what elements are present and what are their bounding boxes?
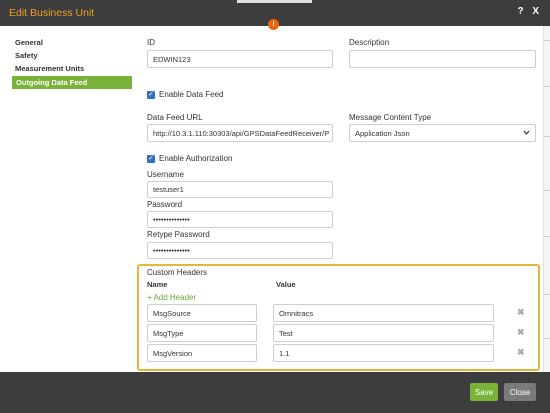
retype-password-input[interactable]: •••••••••••••• <box>147 242 333 259</box>
header-name-input[interactable]: MsgSource <box>147 304 257 322</box>
description-input[interactable] <box>349 50 536 68</box>
custom-headers-label: Custom Headers <box>147 268 208 277</box>
strip-mark <box>544 86 550 87</box>
top-notch <box>237 0 312 3</box>
username-label: Username <box>147 170 184 179</box>
dialog-title: Edit Business Unit <box>9 7 95 19</box>
header-name-input[interactable]: MsgVersion <box>147 344 257 362</box>
message-content-type-label: Message Content Type <box>349 113 432 122</box>
strip-mark <box>544 40 550 41</box>
description-label: Description <box>349 38 390 47</box>
sidebar-item-general[interactable]: General <box>12 36 132 49</box>
chevron-down-icon <box>523 130 530 135</box>
message-content-type-value: Application Json <box>355 128 410 138</box>
checkbox-checked-icon: ✓ <box>147 90 155 99</box>
strip-mark <box>544 294 550 295</box>
enable-data-feed-label: Enable Data Feed <box>159 90 224 99</box>
strip-mark <box>544 338 550 339</box>
username-input[interactable]: testuser1 <box>147 181 333 198</box>
retype-password-label: Retype Password <box>147 230 210 239</box>
header-value-input[interactable]: Test <box>273 324 494 342</box>
remove-header-icon[interactable]: ✖ <box>517 347 525 358</box>
save-button[interactable]: Save <box>470 383 498 401</box>
help-icon[interactable]: ? <box>517 6 526 17</box>
id-input[interactable]: EDWIN123 <box>147 50 333 68</box>
header-value-input[interactable]: Omnitracs <box>273 304 494 322</box>
strip-mark <box>544 190 550 191</box>
sidebar-item-outgoing-data-feed[interactable]: Outgoing Data Feed <box>12 76 132 89</box>
sidebar-item-safety[interactable]: Safety <box>12 49 132 62</box>
remove-header-icon[interactable]: ✖ <box>517 307 525 318</box>
header-name-column: Name <box>147 280 168 289</box>
data-feed-url-label: Data Feed URL <box>147 113 203 122</box>
header-name-input[interactable]: MsgType <box>147 324 257 342</box>
header-value-input[interactable]: 1.1 <box>273 344 494 362</box>
password-label: Password <box>147 200 183 209</box>
add-header-link[interactable]: + Add Header <box>147 293 196 302</box>
title-controls: ? X <box>517 6 542 17</box>
close-icon[interactable]: X <box>532 6 542 17</box>
close-button[interactable]: Close <box>504 383 536 401</box>
message-content-type-select[interactable]: Application Json <box>349 124 536 142</box>
dialog-footer <box>0 372 550 413</box>
enable-authorization-label: Enable Authorization <box>159 154 233 163</box>
strip-mark <box>544 236 550 237</box>
sidebar-item-measurement-units[interactable]: Measurement Units <box>12 62 132 75</box>
remove-header-icon[interactable]: ✖ <box>517 327 525 338</box>
id-label: ID <box>147 38 155 47</box>
enable-data-feed-checkbox[interactable]: ✓ Enable Data Feed <box>147 90 224 99</box>
strip-mark <box>544 136 550 137</box>
data-feed-url-input[interactable]: http://10.3.1.110:30303/api/GPSDataFeedR… <box>147 124 333 142</box>
enable-authorization-checkbox[interactable]: ✓ Enable Authorization <box>147 154 232 163</box>
sidebar: General Safety Measurement Units Outgoin… <box>12 36 132 89</box>
password-input[interactable]: •••••••••••••• <box>147 211 333 228</box>
checkbox-checked-icon: ✓ <box>147 154 155 163</box>
header-value-column: Value <box>276 280 296 289</box>
notification-badge-icon[interactable]: ! <box>268 19 279 30</box>
right-scroll-strip[interactable] <box>543 26 550 372</box>
